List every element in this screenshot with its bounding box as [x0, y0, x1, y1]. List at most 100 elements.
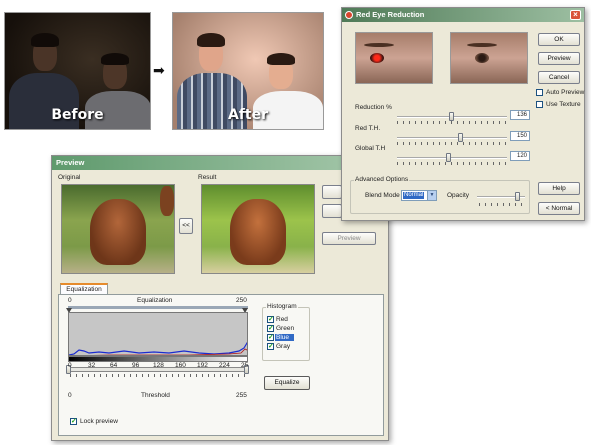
slider-label-1: Red T.H.: [355, 125, 381, 132]
preview-side-button-2[interactable]: [322, 204, 342, 218]
scale-tick-0: 0: [68, 362, 72, 369]
eye-result-image: [450, 32, 528, 84]
tab-equalization-label: Equalization: [66, 286, 102, 293]
green-channel-checkbox[interactable]: [267, 324, 274, 332]
scale-tick-192: 192: [197, 362, 208, 369]
eq-max-label: 250: [236, 297, 247, 304]
preview-side-button-1[interactable]: [322, 185, 342, 199]
arrow-right-icon: ➡: [153, 63, 165, 79]
scale-tick-96: 96: [132, 362, 140, 369]
slider-ticks-2: [397, 162, 507, 165]
swap-button[interactable]: <<: [179, 218, 193, 234]
after-caption: After: [227, 107, 269, 123]
scale-tick-128: 128: [153, 362, 164, 369]
eq-range-bar: [68, 306, 248, 309]
eq-label: Equalization: [137, 297, 173, 304]
result-image: [201, 184, 315, 274]
slider-value-1[interactable]: 150: [510, 131, 530, 141]
histogram-group: Histogram Red Green Blue Gray: [262, 303, 310, 361]
scale-tick-224: 224: [219, 362, 230, 369]
eq-min-label: 0: [68, 297, 72, 304]
chevron-down-icon[interactable]: ▼: [427, 191, 436, 200]
slider-value-0[interactable]: 136: [510, 110, 530, 120]
red-channel-label: Red: [276, 316, 288, 323]
orangutan-original: [90, 199, 146, 265]
blend-mode-value: Normal: [403, 192, 425, 199]
cancel-button[interactable]: Cancel: [538, 71, 580, 84]
gray-channel-checkbox[interactable]: [267, 342, 274, 350]
threshold-min-label: 0: [68, 392, 72, 399]
person-right-hair: [101, 53, 129, 65]
close-icon[interactable]: ×: [570, 10, 581, 20]
help-button[interactable]: Help: [538, 182, 580, 195]
person-right-hair: [267, 53, 295, 65]
slider-label-0: Reduction %: [355, 104, 392, 111]
histogram-group-label: Histogram: [266, 303, 298, 310]
advanced-options-label: Advanced Options: [354, 176, 410, 183]
after-photo: After: [172, 12, 324, 130]
use-texture-checkbox[interactable]: [536, 101, 543, 108]
scale-tick-64: 64: [110, 362, 118, 369]
slider-label-2: Global T.H: [355, 145, 386, 152]
equalization-panel: 0 Equalization 250 0 32 64 96 128 160 19…: [58, 294, 384, 436]
auto-preview-label: Auto Preview: [546, 89, 585, 96]
slider-track-1[interactable]: [397, 137, 507, 139]
threshold-max-label: 255: [236, 392, 247, 399]
green-channel-label: Green: [276, 325, 295, 332]
red-eye-titlebar: Red Eye Reduction ×: [342, 8, 584, 22]
eye-original-brow: [364, 43, 394, 47]
gray-channel-label: Gray: [276, 343, 291, 350]
original-label: Original: [58, 174, 81, 181]
before-photo: Before: [4, 12, 151, 130]
advanced-options-group: Advanced Options Blend Mode Normal ▼ Opa…: [350, 176, 530, 214]
scale-tick-32: 32: [88, 362, 96, 369]
slider-ticks-0: [397, 121, 507, 124]
preview-button[interactable]: Preview: [538, 52, 580, 65]
slider-value-2[interactable]: 120: [510, 151, 530, 161]
eye-result-brow: [467, 43, 497, 47]
red-channel-checkbox[interactable]: [267, 315, 274, 323]
person-left-hair: [31, 33, 59, 47]
slider-track-2[interactable]: [397, 157, 507, 159]
scale-tick-160: 160: [175, 362, 186, 369]
eye-original-image: [355, 32, 433, 84]
eye-result-iris: [475, 53, 489, 63]
blue-channel-label: Blue: [275, 334, 295, 341]
red-eye-title: Red Eye Reduction: [356, 10, 425, 19]
ok-button[interactable]: OK: [538, 33, 580, 46]
lock-preview-checkbox[interactable]: [70, 417, 77, 425]
slider-thumb-2[interactable]: [445, 153, 451, 162]
slider-thumb-1[interactable]: [457, 133, 463, 142]
red-eye-dialog: Red Eye Reduction × OK Preview Cancel Au…: [341, 7, 585, 221]
app-icon: [345, 11, 353, 19]
scale-tick-255: 25: [241, 362, 249, 369]
preview-title: Preview: [56, 158, 85, 167]
blend-mode-label: Blend Mode: [365, 192, 400, 199]
lock-preview-label: Lock preview: [80, 418, 118, 425]
histogram-curve: [69, 341, 247, 355]
equalize-button[interactable]: Equalize: [264, 376, 310, 390]
before-caption: Before: [51, 107, 104, 123]
use-texture-label: Use Texture: [546, 101, 581, 108]
histogram-plot: [68, 312, 248, 356]
scale-labels: 0 32 64 96 128 160 192 224 25: [68, 362, 254, 370]
opacity-label: Opacity: [447, 192, 470, 199]
blue-channel-checkbox[interactable]: [267, 333, 274, 341]
slider-thumb-0[interactable]: [449, 112, 454, 121]
original-image: [61, 184, 175, 274]
person-left-hair: [197, 33, 225, 47]
blend-mode-select[interactable]: Normal ▼: [401, 190, 437, 201]
eye-original-iris: [370, 53, 384, 63]
preview-titlebar: Preview: [52, 156, 388, 170]
normal-button[interactable]: < Normal: [538, 202, 580, 215]
result-label: Result: [198, 174, 217, 181]
opacity-ticks: [479, 203, 523, 206]
preview-button[interactable]: Preview: [322, 232, 376, 245]
preview-window: Preview Original << Result Preview Equal…: [51, 155, 389, 441]
orangutan-result: [230, 199, 286, 265]
auto-preview-checkbox[interactable]: [536, 89, 543, 96]
scale-ticks: [70, 374, 246, 377]
slider-ticks-1: [397, 142, 507, 145]
orangutan-edge-partial: [160, 186, 174, 216]
opacity-slider-thumb[interactable]: [514, 192, 520, 201]
